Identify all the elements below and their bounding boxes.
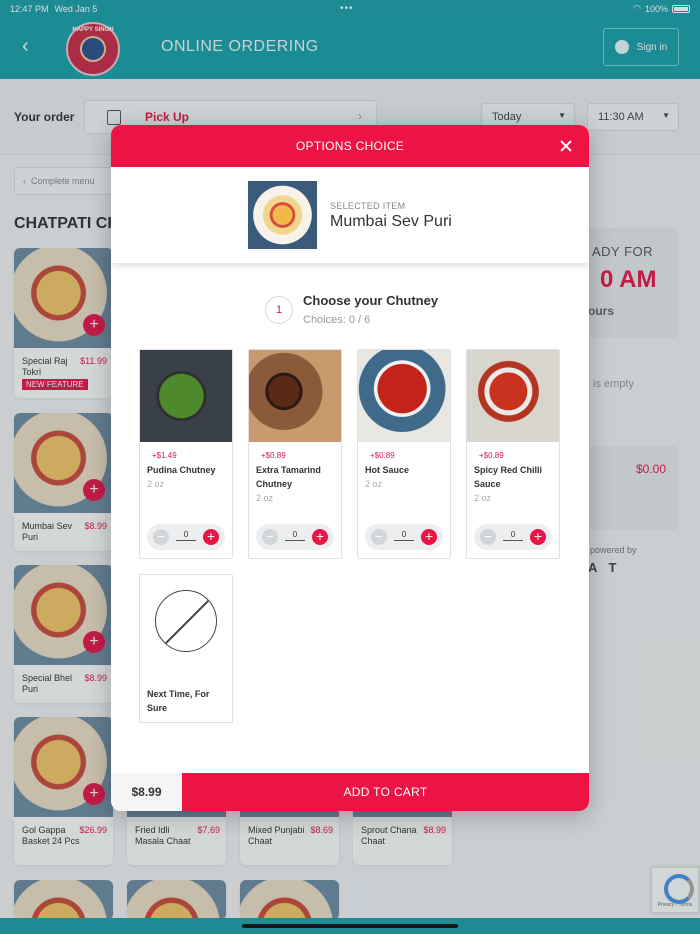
modal-footer: $8.99 ADD TO CART: [111, 773, 589, 811]
plus-button[interactable]: +: [530, 529, 546, 545]
plus-button[interactable]: +: [203, 529, 219, 545]
minus-button[interactable]: −: [371, 529, 387, 545]
plus-button[interactable]: +: [312, 529, 328, 545]
option-image: [358, 350, 450, 442]
quantity-stepper: − 0 +: [147, 524, 225, 550]
option-size: 2 oz: [365, 479, 383, 489]
option-size: 2 oz: [147, 479, 165, 489]
option-image: [249, 350, 341, 442]
modal-header: OPTIONS CHOICE: [111, 125, 589, 167]
option-card-hot-sauce[interactable]: +$0.89 Hot Sauce 2 oz − 0 +: [357, 349, 451, 559]
option-name: Hot Sauce: [365, 465, 410, 475]
step-title: Choose your Chutney: [303, 293, 439, 308]
selected-item-section: SELECTED ITEM Mumbai Sev Puri: [111, 167, 589, 263]
options-choice-modal: OPTIONS CHOICE SELECTED ITEM Mumbai Sev …: [111, 125, 589, 811]
option-price: +$0.89: [479, 451, 504, 460]
option-name: Spicy Red Chilli Sauce: [474, 465, 543, 489]
add-to-cart-button[interactable]: ADD TO CART: [182, 773, 589, 811]
option-card-none[interactable]: Next Time, For Sure: [139, 574, 233, 723]
quantity-value[interactable]: 0: [394, 530, 414, 541]
quantity-stepper: − 0 +: [474, 524, 552, 550]
selected-item-image: [248, 181, 317, 249]
option-price: +$0.89: [370, 451, 395, 460]
step-number: 1: [265, 296, 293, 324]
minus-button[interactable]: −: [262, 529, 278, 545]
minus-button[interactable]: −: [153, 529, 169, 545]
option-card-pudina[interactable]: +$1.49 Pudina Chutney 2 oz − 0 +: [139, 349, 233, 559]
option-price: +$0.89: [261, 451, 286, 460]
quantity-value[interactable]: 0: [176, 530, 196, 541]
option-size: 2 oz: [256, 493, 274, 503]
option-name: Next Time, For Sure: [147, 689, 210, 713]
option-name: Pudina Chutney: [147, 465, 216, 475]
plus-button[interactable]: +: [421, 529, 437, 545]
option-image: [140, 350, 232, 442]
selected-item-name: Mumbai Sev Puri: [330, 213, 452, 230]
option-image: [467, 350, 559, 442]
quantity-stepper: − 0 +: [256, 524, 334, 550]
modal-total-price: $8.99: [111, 773, 182, 811]
modal-title: OPTIONS CHOICE: [295, 139, 405, 153]
option-price: +$1.49: [152, 451, 177, 460]
close-icon[interactable]: [557, 137, 575, 155]
quantity-stepper: − 0 +: [365, 524, 443, 550]
option-card-tamarind[interactable]: +$0.89 Extra Tamarind Chutney 2 oz − 0 +: [248, 349, 342, 559]
option-name: Extra Tamarind Chutney: [256, 465, 321, 489]
no-selection-icon: [155, 590, 217, 652]
quantity-value[interactable]: 0: [503, 530, 523, 541]
option-card-spicy-red-chilli[interactable]: +$0.89 Spicy Red Chilli Sauce 2 oz − 0 +: [466, 349, 560, 559]
option-size: 2 oz: [474, 493, 492, 503]
step-choices-count: Choices: 0 / 6: [303, 314, 371, 326]
quantity-value[interactable]: 0: [285, 530, 305, 541]
selected-item-caption: SELECTED ITEM: [330, 201, 406, 211]
minus-button[interactable]: −: [480, 529, 496, 545]
